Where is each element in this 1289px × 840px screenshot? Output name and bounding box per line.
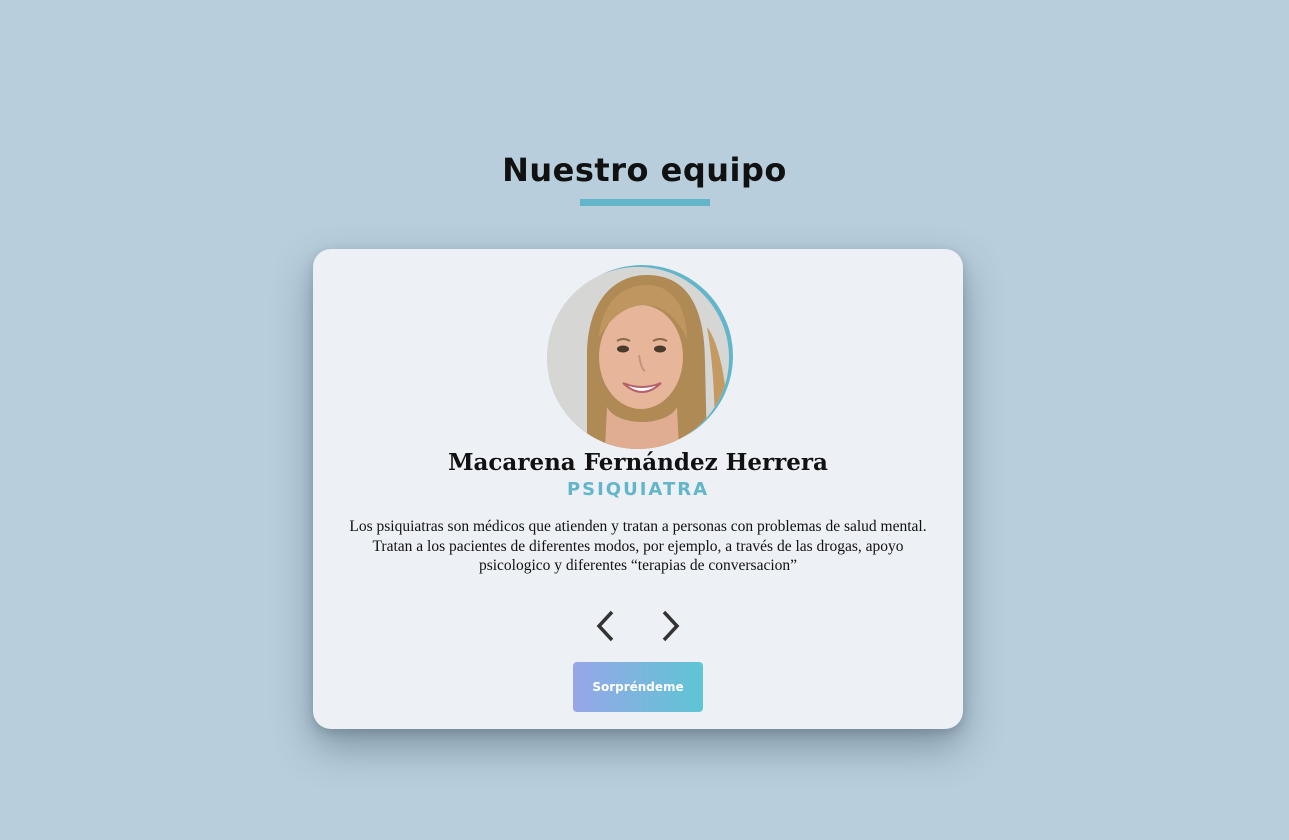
team-member-card: Macarena Fernández Herrera PSIQUIATRA Lo…: [313, 249, 963, 729]
section-heading: Nuestro equipo: [0, 148, 1289, 206]
page: Nuestro equipo Macarena Fernández Herrer…: [0, 0, 1289, 840]
avatar-container: [547, 265, 735, 449]
portrait-image: [547, 267, 729, 449]
chevron-left-icon: [596, 610, 614, 642]
title-underline: [579, 199, 710, 206]
section-title: Nuestro equipo: [502, 151, 787, 189]
next-button[interactable]: [654, 609, 688, 643]
chevron-right-icon: [662, 610, 680, 642]
surprise-me-button[interactable]: Sorpréndeme: [573, 662, 703, 712]
previous-button[interactable]: [588, 609, 622, 643]
carousel-controls: [313, 609, 963, 643]
member-role: PSIQUIATRA: [566, 479, 710, 500]
member-name: Macarena Fernández Herrera: [448, 449, 828, 476]
member-bio: Los psiquiatras son médicos que atienden…: [349, 518, 927, 574]
avatar: [547, 267, 729, 449]
